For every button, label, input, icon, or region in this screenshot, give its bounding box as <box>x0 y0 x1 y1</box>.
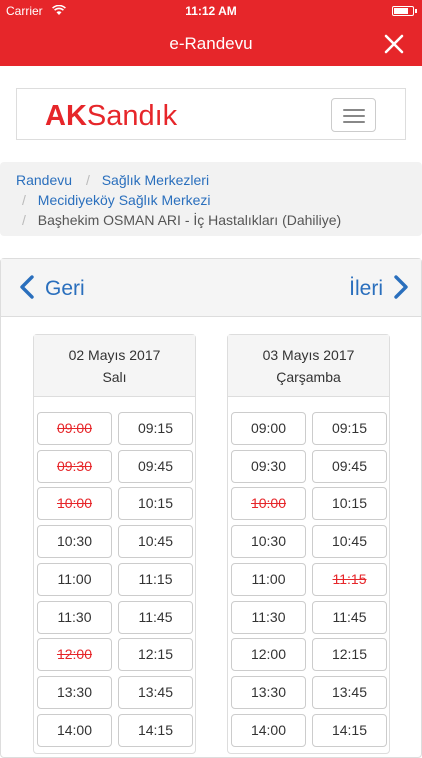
breadcrumb-saglik-merkezleri[interactable]: Sağlık Merkezleri <box>102 172 209 188</box>
close-icon[interactable] <box>382 32 406 56</box>
time-slot[interactable]: 12:00 <box>231 638 306 672</box>
logo-rest: Sandık <box>86 100 178 132</box>
time-slot[interactable]: 11:00 <box>231 562 306 596</box>
time-slot-unavailable: 09:00 <box>37 412 112 445</box>
breadcrumb-line-3: / Başhekim OSMAN ARI - İç Hastalıkları (… <box>22 212 341 228</box>
time-slot[interactable]: 09:45 <box>312 449 387 483</box>
time-slot[interactable]: 09:45 <box>118 449 193 483</box>
logo-ak: AK <box>45 100 87 132</box>
breadcrumb-line-1: Randevu / Sağlık Merkezleri <box>16 172 209 188</box>
breadcrumb-mecidiyekoy[interactable]: Mecidiyeköy Sağlık Merkezi <box>38 192 211 208</box>
time-slot-unavailable: 12:00 <box>37 638 112 672</box>
time-slot[interactable]: 14:15 <box>312 713 387 747</box>
nav-bar: e-Randevu <box>0 22 422 66</box>
time-slot[interactable]: 09:30 <box>231 449 306 483</box>
day-column: 02 Mayıs 2017 Salı 09:00 09:15 09:30 09:45 1… <box>33 334 196 754</box>
prev-button[interactable]: Geri <box>19 275 85 301</box>
pager-bar: Geri İleri <box>1 259 421 317</box>
nav-title: e-Randevu <box>169 34 253 53</box>
hamburger-icon[interactable] <box>331 98 376 132</box>
breadcrumb-line-2: / Mecidiyeköy Sağlık Merkezi <box>22 192 211 208</box>
time-slot[interactable]: 09:15 <box>118 412 193 445</box>
time-slot[interactable]: 10:15 <box>312 487 387 521</box>
breadcrumb-separator: / <box>85 172 90 188</box>
time-slot-unavailable: 10:00 <box>37 487 112 521</box>
chevron-left-icon <box>20 275 34 299</box>
time-slot[interactable]: 10:30 <box>231 525 306 559</box>
brand-header: AKSandık <box>16 88 406 140</box>
status-time: 11:12 AM <box>185 4 237 18</box>
time-slot[interactable]: 10:15 <box>118 487 193 521</box>
time-slot[interactable]: 10:45 <box>118 525 193 559</box>
day-header: 03 Mayıs 2017 Çarşamba <box>228 335 389 397</box>
prev-label: Geri <box>45 277 85 300</box>
breadcrumb-active: Başhekim OSMAN ARI - İç Hastalıkları (Da… <box>37 212 342 228</box>
time-slot[interactable]: 11:15 <box>118 562 193 596</box>
time-slot[interactable]: 09:15 <box>312 412 387 445</box>
breadcrumb-separator: / <box>22 192 26 208</box>
time-slot[interactable]: 14:15 <box>118 713 193 747</box>
battery-tip <box>415 9 417 13</box>
time-slot[interactable]: 09:00 <box>231 412 306 445</box>
battery-icon <box>392 6 414 16</box>
time-slot[interactable]: 12:15 <box>118 638 193 672</box>
aksandik-logo: AKSandık <box>45 100 177 133</box>
next-label: İleri <box>349 277 383 300</box>
day-column: 03 Mayıs 2017 Çarşamba 09:00 09:15 09:30 09… <box>227 334 390 754</box>
breadcrumb: Randevu / Sağlık Merkezleri / Mecidiyekö… <box>0 162 422 236</box>
time-slot[interactable]: 13:30 <box>37 675 112 709</box>
day-header: 02 Mayıs 2017 Salı <box>34 335 195 397</box>
day-date: 02 Mayıs 2017 <box>68 347 161 363</box>
time-slot[interactable]: 14:00 <box>231 713 306 747</box>
time-slot[interactable]: 10:30 <box>37 525 112 559</box>
menu-bar <box>343 109 365 111</box>
schedule-panel: Geri İleri 02 Mayıs 2017 Salı 09:00 09:15… <box>0 258 422 758</box>
day-weekday: Çarşamba <box>276 369 341 385</box>
breadcrumb-randevu[interactable]: Randevu <box>16 172 72 188</box>
time-slot[interactable]: 11:30 <box>37 600 112 634</box>
time-slot[interactable]: 12:15 <box>312 638 387 672</box>
status-bar: Carrier 11:12 AM <box>0 0 422 22</box>
time-slot[interactable]: 10:45 <box>312 525 387 559</box>
time-slot[interactable]: 14:00 <box>37 713 112 747</box>
next-button[interactable]: İleri <box>349 275 409 301</box>
time-slot[interactable]: 11:45 <box>312 600 387 634</box>
time-slot[interactable]: 11:30 <box>231 600 306 634</box>
time-slot-unavailable: 10:00 <box>231 487 306 521</box>
breadcrumb-separator: / <box>22 212 26 228</box>
menu-bar <box>343 121 365 123</box>
menu-bar <box>343 115 365 117</box>
day-weekday: Salı <box>102 369 127 385</box>
chevron-right-icon <box>394 275 408 299</box>
time-slot[interactable]: 13:30 <box>231 675 306 709</box>
day-date: 03 Mayıs 2017 <box>262 347 355 363</box>
time-slot[interactable]: 13:45 <box>312 675 387 709</box>
time-slot-unavailable: 09:30 <box>37 449 112 483</box>
time-slot-unavailable: 11:15 <box>312 562 387 596</box>
time-slot[interactable]: 11:00 <box>37 562 112 596</box>
time-slot[interactable]: 11:45 <box>118 600 193 634</box>
time-slot[interactable]: 13:45 <box>118 675 193 709</box>
